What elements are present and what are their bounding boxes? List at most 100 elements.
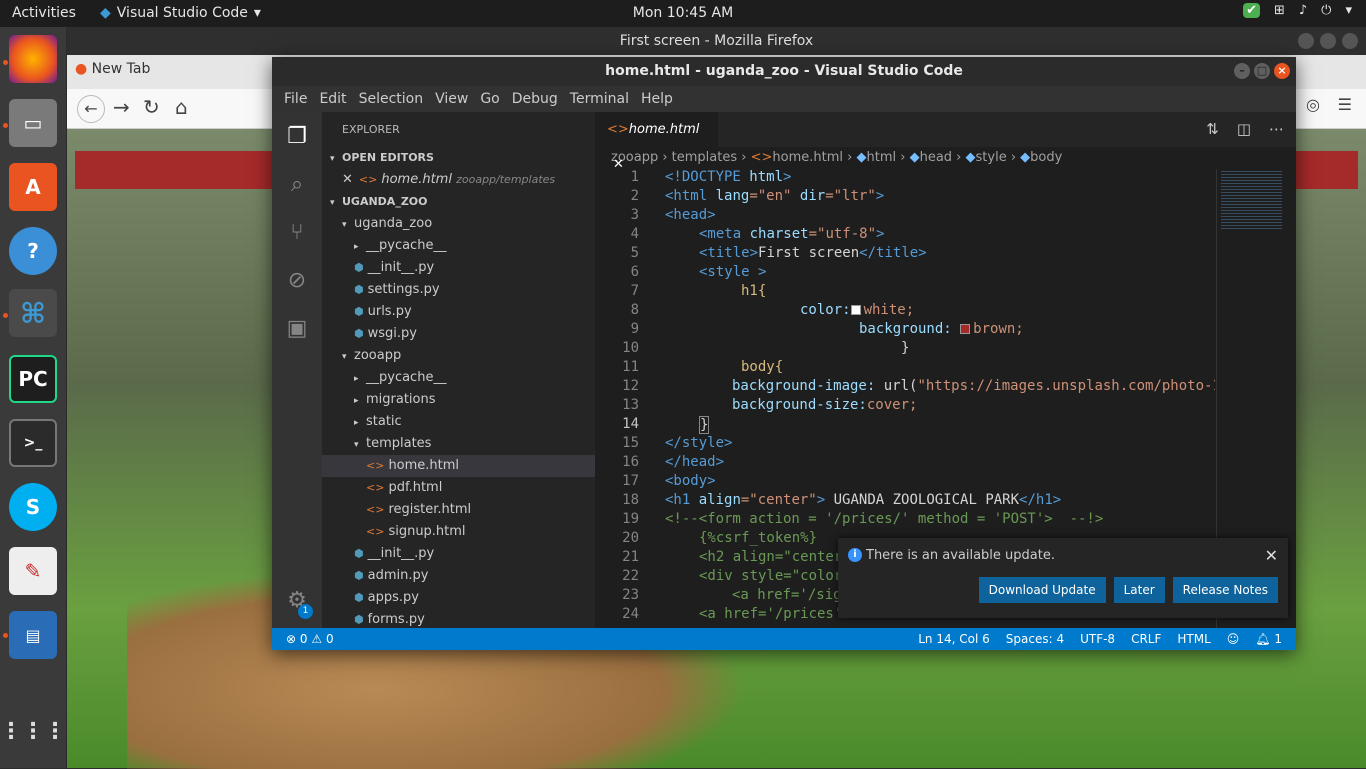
file-tree-item[interactable]: <> home.html [322,455,595,477]
menu-view[interactable]: View [429,91,474,107]
python-file-icon: ⬢ [354,569,364,582]
reload-icon[interactable]: ↻ [143,95,160,119]
breadcrumb-item[interactable]: style [976,150,1007,165]
maximize-icon[interactable]: □ [1254,63,1270,79]
later-button[interactable]: Later [1113,577,1165,603]
extensions-icon[interactable]: ▣ [283,316,311,344]
language-mode[interactable]: HTML [1177,628,1210,650]
chevron-down-icon[interactable]: ▾ [1345,3,1352,18]
indentation[interactable]: Spaces: 4 [1006,628,1064,650]
project-section[interactable]: ▾ UGANDA_ZOO [322,191,595,213]
file-tree-item[interactable]: ▸ migrations [322,389,595,411]
close-icon[interactable]: ✕ [1265,546,1278,565]
debug-icon[interactable]: ⊘ [283,268,311,296]
power-icon[interactable]: ⏻ [1321,3,1331,18]
vscode-window-controls[interactable]: – □ × [1234,63,1290,79]
pdf-viewer-icon[interactable]: ✎ [9,547,57,595]
file-tree-item[interactable]: ⬢ forms.py [322,609,595,628]
menu-terminal[interactable]: Terminal [564,91,635,107]
update-check-icon[interactable]: ✔ [1243,3,1260,18]
maximize-icon[interactable] [1320,33,1336,49]
help-icon[interactable]: ? [9,227,57,275]
encoding[interactable]: UTF-8 [1080,628,1115,650]
file-tree-item[interactable]: ▸ static [322,411,595,433]
color-swatch[interactable] [850,305,861,315]
search-icon[interactable]: ⌕ [283,172,311,200]
breadcrumb-item[interactable]: head [920,150,952,165]
file-tree-item[interactable]: ▸ __pycache__ [322,367,595,389]
vscode-dock-icon[interactable]: ⌘ [9,289,57,337]
explorer-icon[interactable]: ❐ [283,124,311,152]
problems-indicator[interactable]: ⊗ 0 ⚠ 0 [286,628,334,650]
file-tree-item[interactable]: ▸ __pycache__ [322,235,595,257]
menu-help[interactable]: Help [635,91,679,107]
file-tree-item[interactable]: ⬢ admin.py [322,565,595,587]
network-icon[interactable]: ⊞ [1274,3,1285,18]
vscode-title: home.html - uganda_zoo - Visual Studio C… [605,63,963,79]
breadcrumb-item[interactable]: home.html [772,150,843,165]
breadcrumb-item[interactable]: html [866,150,896,165]
account-icon[interactable]: ◎ [1306,95,1320,114]
minimize-icon[interactable] [1298,33,1314,49]
menu-go[interactable]: Go [474,91,505,107]
menu-selection[interactable]: Selection [353,91,430,107]
file-tree-item[interactable]: ⬢ apps.py [322,587,595,609]
minimize-icon[interactable]: – [1234,63,1250,79]
file-tree-item[interactable]: <> signup.html [322,521,595,543]
file-tree-item[interactable]: ▾ templates [322,433,595,455]
download-update-button[interactable]: Download Update [978,577,1106,603]
home-icon[interactable]: ⌂ [175,95,188,119]
menu-edit[interactable]: Edit [313,91,352,107]
app-menu[interactable]: ◆ Visual Studio Code ▾ [100,5,261,21]
file-tree-item[interactable]: ▾ uganda_zoo [322,213,595,235]
open-editor-item[interactable]: ✕ <> home.html zooapp/templates [322,169,595,191]
file-tree-item[interactable]: <> pdf.html [322,477,595,499]
firefox-window-controls[interactable] [1298,33,1358,49]
more-actions-icon[interactable]: ⋯ [1269,120,1284,138]
terminal-icon[interactable]: >_ [9,419,57,467]
software-center-icon[interactable]: A [9,163,57,211]
release-notes-button[interactable]: Release Notes [1172,577,1278,603]
pycharm-icon[interactable]: PC [9,355,57,403]
file-tree-item[interactable]: ▾ zooapp [322,345,595,367]
breadcrumb-item[interactable]: body [1030,150,1062,165]
editor-tab[interactable]: <>home.html ✕ [595,112,718,172]
cursor-position[interactable]: Ln 14, Col 6 [918,628,990,650]
html-file-icon: <> [366,481,385,494]
system-tray[interactable]: ✔ ⊞ ♪ ⏻ ▾ [1243,3,1352,18]
firefox-tab[interactable]: ● New Tab [75,61,150,77]
file-tree-item[interactable]: ⬢ wsgi.py [322,323,595,345]
libreoffice-impress-icon[interactable]: ▤ [9,611,57,659]
back-icon[interactable]: ← [77,95,105,123]
color-swatch[interactable] [960,324,971,334]
files-icon[interactable]: ▭ [9,99,57,147]
file-tree-item[interactable]: ⬢ __init__.py [322,257,595,279]
split-editor-icon[interactable]: ◫ [1237,120,1251,138]
close-icon[interactable]: ✕ [342,172,353,187]
close-icon[interactable]: × [1274,63,1290,79]
dock: ▭ A ? ⌘ PC >_ S ✎ ▤ ⋮⋮⋮ [0,27,67,768]
firefox-icon[interactable] [9,35,57,83]
menu-debug[interactable]: Debug [506,91,564,107]
element-icon: ◆ [856,150,867,165]
open-changes-icon[interactable]: ⇅ [1206,120,1219,138]
volume-icon[interactable]: ♪ [1299,3,1307,18]
show-applications-icon[interactable]: ⋮⋮⋮ [0,707,66,755]
file-tree-item[interactable]: ⬢ urls.py [322,301,595,323]
source-control-icon[interactable]: ⑂ [283,220,311,248]
file-tree-item[interactable]: ⬢ __init__.py [322,543,595,565]
close-icon[interactable] [1342,33,1358,49]
file-tree-item[interactable]: <> register.html [322,499,595,521]
skype-icon[interactable]: S [9,483,57,531]
feedback-smiley-icon[interactable]: ☺ [1227,628,1240,650]
open-editors-section[interactable]: ▾ OPEN EDITORS [322,147,595,169]
file-tree-item[interactable]: ⬢ settings.py [322,279,595,301]
notifications-button[interactable]: 🔔︎ 1 [1255,628,1282,650]
line-ending[interactable]: CRLF [1131,628,1161,650]
menu-icon[interactable]: ☰ [1338,95,1352,114]
line-number: 4 [630,226,639,242]
forward-icon[interactable]: → [113,95,130,119]
breadcrumb-item[interactable]: templates [672,150,737,165]
menu-file[interactable]: File [278,91,313,107]
activities-button[interactable]: Activities [12,5,76,21]
